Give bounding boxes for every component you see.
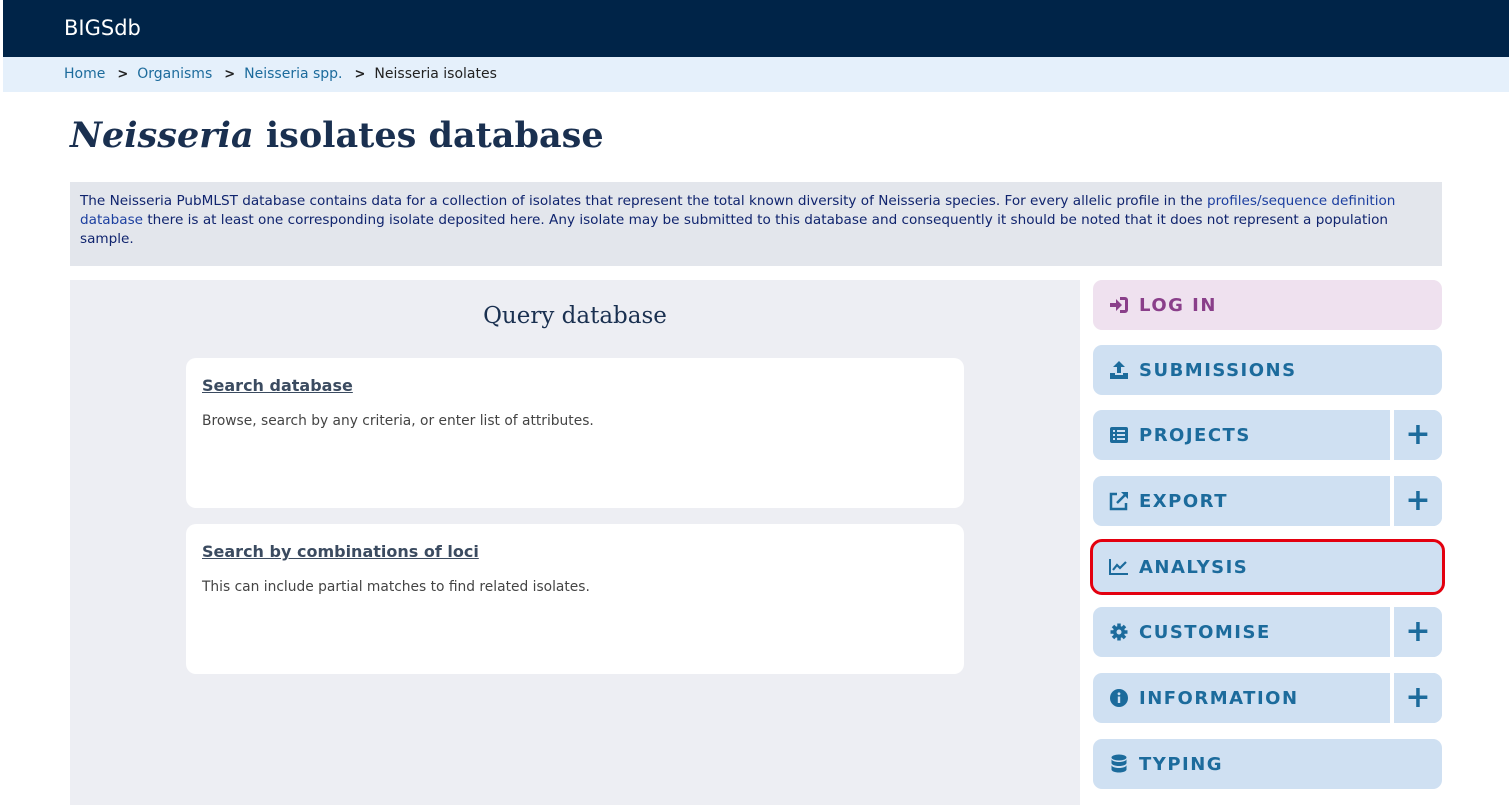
export-label: EXPORT <box>1139 490 1228 512</box>
export-button[interactable]: EXPORT + <box>1093 476 1442 526</box>
page-title: Neisseria isolates database <box>70 115 604 156</box>
description-text-end: there is at least one corresponding isol… <box>80 212 1389 247</box>
gear-icon <box>1109 622 1129 642</box>
customise-label: CUSTOMISE <box>1139 621 1271 643</box>
description-text: The Neisseria PubMLST database contains … <box>80 193 1207 209</box>
loci-search-desc: This can include partial matches to find… <box>202 579 590 595</box>
loci-search-link[interactable]: Search by combinations of loci <box>202 542 479 561</box>
page-title-rest: isolates database <box>253 115 604 156</box>
page-title-genus: Neisseria <box>70 115 254 156</box>
search-database-card: Search database Browse, search by any cr… <box>186 358 964 508</box>
customise-expand-button[interactable]: + <box>1390 607 1442 657</box>
breadcrumb-organisms[interactable]: Organisms <box>137 66 212 82</box>
list-icon <box>1109 425 1129 445</box>
breadcrumb-neisseria[interactable]: Neisseria spp. <box>244 66 342 82</box>
info-icon <box>1109 688 1129 708</box>
query-heading: Query database <box>483 303 667 329</box>
analysis-button[interactable]: ANALYSIS <box>1090 539 1445 595</box>
information-button[interactable]: INFORMATION + <box>1093 673 1442 723</box>
analysis-label: ANALYSIS <box>1139 556 1249 578</box>
projects-label: PROJECTS <box>1139 424 1251 446</box>
information-label: INFORMATION <box>1139 687 1299 709</box>
login-button[interactable]: LOG IN <box>1093 280 1442 330</box>
information-expand-button[interactable]: + <box>1390 673 1442 723</box>
external-link-icon <box>1109 491 1129 511</box>
breadcrumb-separator: > <box>117 66 129 82</box>
query-panel: Query database Search database Browse, s… <box>70 280 1080 805</box>
projects-button[interactable]: PROJECTS + <box>1093 410 1442 460</box>
breadcrumb-current: Neisseria isolates <box>374 66 497 82</box>
submissions-label: SUBMISSIONS <box>1139 359 1297 381</box>
database-description: The Neisseria PubMLST database contains … <box>70 182 1442 266</box>
site-brand[interactable]: BIGSdb <box>64 16 141 40</box>
customise-button[interactable]: CUSTOMISE + <box>1093 607 1442 657</box>
breadcrumb-separator: > <box>224 66 236 82</box>
search-database-link[interactable]: Search database <box>202 376 353 395</box>
database-icon <box>1109 754 1129 774</box>
search-database-desc: Browse, search by any criteria, or enter… <box>202 413 594 429</box>
typing-label: TYPING <box>1139 753 1224 775</box>
loci-search-card: Search by combinations of loci This can … <box>186 524 964 674</box>
top-navbar: BIGSdb <box>3 0 1509 57</box>
breadcrumb-home[interactable]: Home <box>64 66 105 82</box>
breadcrumb-separator: > <box>354 66 366 82</box>
chart-line-icon <box>1109 557 1129 577</box>
projects-expand-button[interactable]: + <box>1390 410 1442 460</box>
upload-icon <box>1109 360 1129 380</box>
submissions-button[interactable]: SUBMISSIONS <box>1093 345 1442 395</box>
typing-button[interactable]: TYPING <box>1093 739 1442 789</box>
export-expand-button[interactable]: + <box>1390 476 1442 526</box>
login-icon <box>1109 295 1129 315</box>
login-label: LOG IN <box>1139 294 1217 316</box>
breadcrumb: Home > Organisms > Neisseria spp. > Neis… <box>3 57 1509 92</box>
